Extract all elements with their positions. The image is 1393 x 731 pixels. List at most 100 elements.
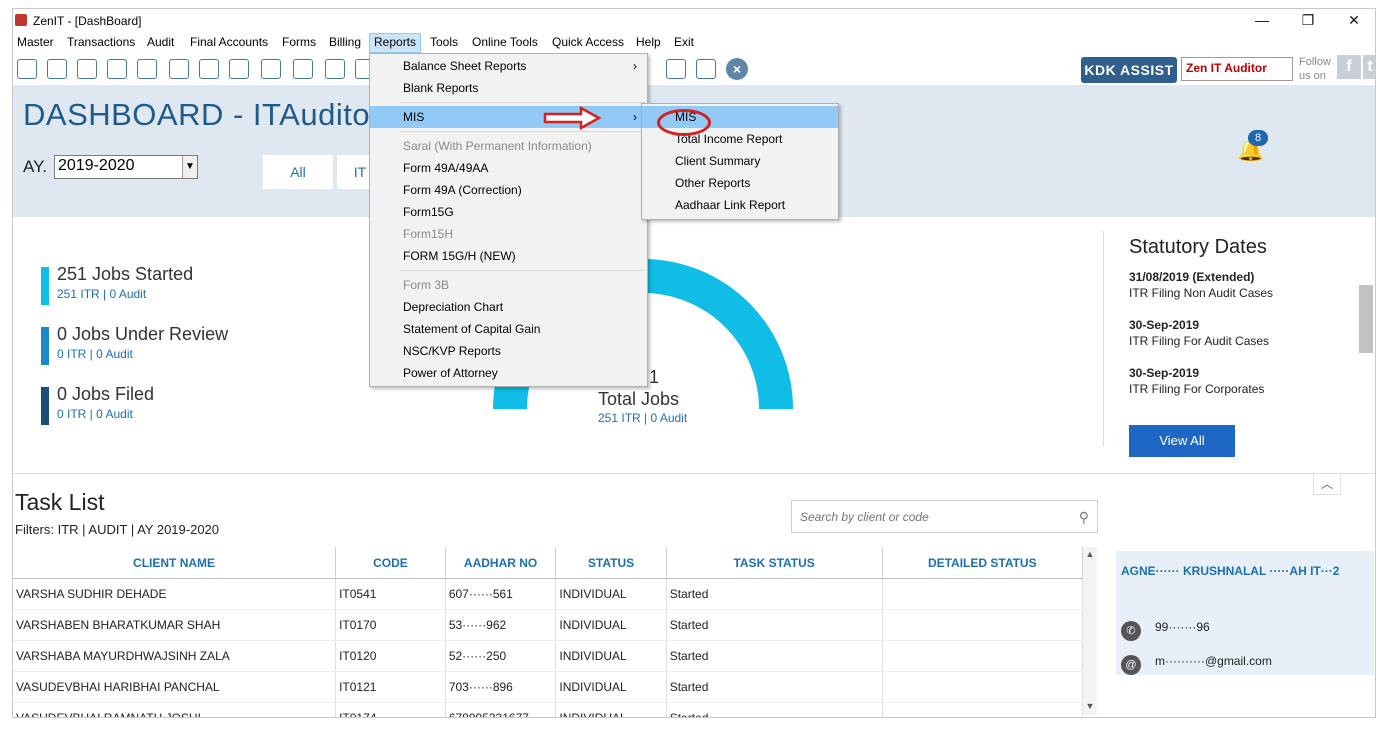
menu-item-blank-reports[interactable]: Blank Reports — [370, 77, 647, 99]
home-icon[interactable] — [47, 59, 67, 79]
cell-status: INDIVIDUAL — [555, 702, 667, 717]
filter-icon[interactable] — [229, 59, 249, 79]
restore-button[interactable]: ❐ — [1285, 9, 1331, 33]
menu-item-form-49a-correction[interactable]: Form 49A (Correction) — [370, 179, 647, 201]
facebook-icon[interactable]: f — [1337, 55, 1361, 79]
table-row[interactable]: VARSHABEN BHARATKUMAR SHAH IT0170 53····… — [13, 609, 1084, 641]
menu-billing[interactable]: Billing — [325, 33, 365, 53]
submenu-item-aadhaar-link-report[interactable]: Aadhaar Link Report — [642, 194, 838, 216]
play-icon[interactable] — [293, 59, 313, 79]
menu-item-form15g[interactable]: Form15G — [370, 201, 647, 223]
column-header-aadhar-no[interactable]: AADHAR NO — [445, 547, 557, 579]
users-icon[interactable] — [169, 59, 189, 79]
search-icon[interactable]: ⚲ — [1079, 509, 1089, 526]
menu-item-power-of-attorney[interactable]: Power of Attorney — [370, 362, 647, 384]
column-header-code[interactable]: CODE — [335, 547, 446, 579]
cell-status: INDIVIDUAL — [555, 640, 667, 672]
menu-audit[interactable]: Audit — [143, 33, 178, 53]
gift-icon[interactable] — [137, 59, 157, 79]
annotation-highlight-circle — [657, 109, 711, 136]
column-header-client-name[interactable]: CLIENT NAME — [13, 547, 337, 579]
page-title: DASHBOARD - ITAuditor — [23, 97, 381, 132]
table-row[interactable]: VASUDEVBHAI RAMNATH JOSHI IT0174 6789953… — [13, 702, 1084, 717]
menu-item-mis[interactable]: MIS › — [370, 106, 647, 128]
email-icon: @ — [1121, 655, 1141, 675]
scroll-down-icon[interactable]: ▼ — [1083, 701, 1097, 711]
minimize-button[interactable]: — — [1239, 9, 1285, 33]
stat-color-bar — [41, 267, 49, 305]
menu-quick-access[interactable]: Quick Access — [548, 33, 628, 53]
chevron-right-icon: › — [633, 59, 637, 73]
cell-code: IT0170 — [335, 609, 446, 641]
statutory-desc: ITR Filing For Corporates — [1129, 382, 1265, 396]
menu-forms[interactable]: Forms — [278, 33, 320, 53]
receipt-icon[interactable] — [17, 59, 37, 79]
hammer-icon[interactable] — [199, 59, 219, 79]
cell-task-status: Started — [666, 609, 883, 641]
bar-chart-icon[interactable] — [107, 59, 127, 79]
scrutiny-icon[interactable] — [666, 59, 686, 79]
scrollbar-thumb[interactable] — [1359, 285, 1373, 353]
menu-online-tools[interactable]: Online Tools — [468, 33, 542, 53]
close-window-button[interactable]: ✕ — [1331, 9, 1375, 33]
gauge-number: 1 — [649, 367, 660, 387]
search-box[interactable]: ⚲ — [791, 500, 1098, 533]
cell-code: IT0121 — [335, 671, 446, 703]
chevron-up-icon[interactable]: ︿ — [1313, 473, 1341, 495]
zen-it-auditor-field[interactable]: Zen IT Auditor — [1181, 57, 1293, 81]
menu-tools[interactable]: Tools — [426, 33, 462, 53]
menu-item-statement-capital-gain[interactable]: Statement of Capital Gain — [370, 318, 647, 340]
menu-help[interactable]: Help — [632, 33, 665, 53]
app-window: ZenIT - [DashBoard] — ❐ ✕ Master Transac… — [12, 8, 1376, 718]
close-icon[interactable]: × — [726, 58, 748, 80]
statutory-date: 30-Sep-2019 — [1129, 318, 1200, 332]
cell-aadhar: 703······896 — [445, 671, 557, 703]
twitter-icon[interactable]: t — [1363, 55, 1375, 79]
statutory-desc: ITR Filing For Audit Cases — [1129, 334, 1270, 348]
submenu-item-client-summary[interactable]: Client Summary — [642, 150, 838, 172]
building-icon[interactable] — [77, 59, 97, 79]
3cd-icon[interactable] — [696, 59, 716, 79]
column-header-task-status[interactable]: TASK STATUS — [666, 547, 883, 579]
ay-select[interactable]: 2019-2020 ▼ — [54, 155, 198, 179]
kdk-assist-button[interactable]: KDK ASSIST — [1081, 57, 1177, 83]
column-header-status[interactable]: STATUS — [555, 547, 667, 579]
calculator-icon[interactable] — [325, 59, 345, 79]
search-input[interactable] — [798, 509, 1072, 525]
menu-item-form-49a-49aa[interactable]: Form 49A/49AA — [370, 157, 647, 179]
table-scrollbar[interactable]: ▲ ▼ — [1083, 547, 1097, 715]
cell-detailed-status — [882, 702, 1084, 717]
client-name: AGNE······ KRUSHNALAL ·····AH IT···2 — [1121, 564, 1340, 578]
cell-code: IT0174 — [335, 702, 446, 717]
tax-icon[interactable] — [261, 59, 281, 79]
task-list-title: Task List — [15, 489, 105, 515]
cell-status: INDIVIDUAL — [555, 671, 667, 703]
menu-item-nsc-kvp-reports[interactable]: NSC/KVP Reports — [370, 340, 647, 362]
table-row[interactable]: VASUDEVBHAI HARIBHAI PANCHAL IT0121 703·… — [13, 671, 1084, 703]
menu-item-depreciation-chart[interactable]: Depreciation Chart — [370, 296, 647, 318]
column-header-detailed-status[interactable]: DETAILED STATUS — [882, 547, 1084, 579]
table-row[interactable]: VARSHABA MAYURDHWAJSINH ZALA IT0120 52··… — [13, 640, 1084, 672]
menu-master[interactable]: Master — [13, 33, 58, 53]
client-email: m··········@gmail.com — [1155, 654, 1272, 668]
menu-item-form-15gh-new[interactable]: FORM 15G/H (NEW) — [370, 245, 647, 267]
table-row[interactable]: VARSHA SUDHIR DEHADE IT0541 607······561… — [13, 578, 1084, 610]
cell-detailed-status — [882, 671, 1084, 703]
cell-task-status: Started — [666, 671, 883, 703]
menu-transactions[interactable]: Transactions — [63, 33, 139, 53]
menu-separator — [400, 102, 645, 103]
cell-detailed-status — [882, 609, 1084, 641]
window-title: ZenIT - [DashBoard] — [33, 14, 142, 28]
menu-exit[interactable]: Exit — [670, 33, 698, 53]
cell-aadhar: 52······250 — [445, 640, 557, 672]
submenu-item-other-reports[interactable]: Other Reports — [642, 172, 838, 194]
chevron-down-icon[interactable]: ▼ — [182, 156, 197, 178]
tab-all[interactable]: All — [263, 155, 333, 189]
scroll-up-icon[interactable]: ▲ — [1083, 549, 1097, 559]
menu-bar: Master Transactions Audit Final Accounts… — [13, 33, 1375, 53]
client-card: AGNE······ KRUSHNALAL ·····AH IT···2 ✆ 9… — [1116, 551, 1374, 675]
menu-item-balance-sheet-reports[interactable]: Balance Sheet Reports › — [370, 55, 647, 77]
view-all-button[interactable]: View All — [1129, 425, 1235, 457]
menu-reports[interactable]: Reports — [369, 33, 422, 53]
menu-final-accounts[interactable]: Final Accounts — [186, 33, 272, 53]
